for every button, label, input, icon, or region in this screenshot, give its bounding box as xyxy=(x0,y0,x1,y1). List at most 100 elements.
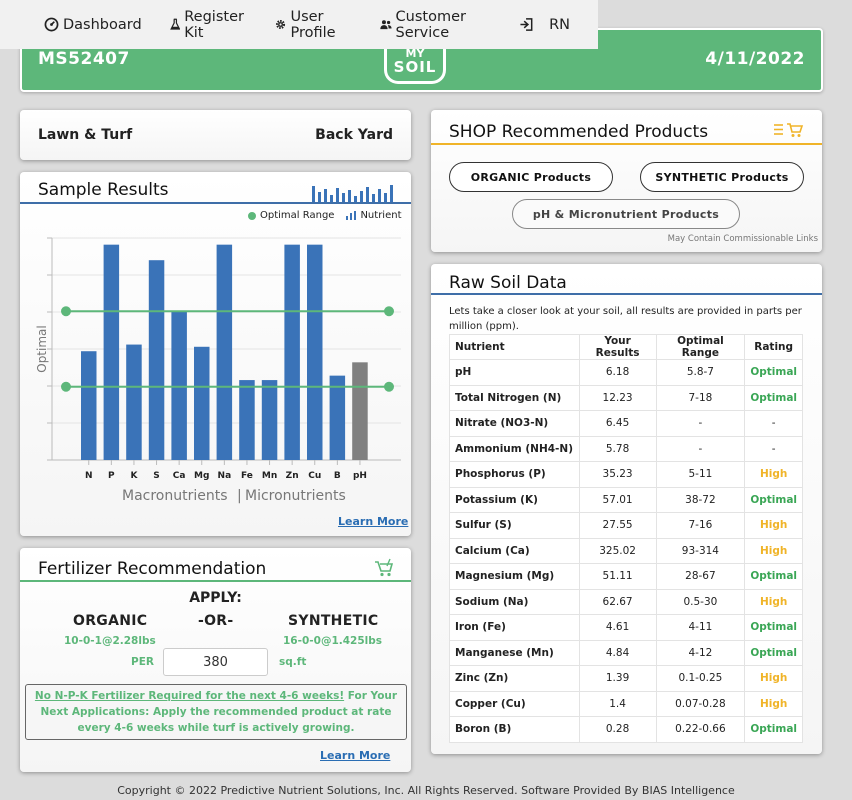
bar-ph xyxy=(352,362,368,460)
result-cell: 51.11 xyxy=(578,563,657,590)
rating-cell: Optimal xyxy=(744,486,803,513)
range-cell: 5-11 xyxy=(655,461,746,488)
raw-soil-intro: Lets take a closer look at your soil, al… xyxy=(449,306,802,332)
table-row: pH 6.18 5.8-7 Optimal xyxy=(449,359,803,386)
rating-cell: Optimal xyxy=(744,563,803,590)
synthetic-products-button[interactable]: SYNTHETIC Products xyxy=(640,162,804,192)
area-sqft-input[interactable] xyxy=(163,648,268,676)
result-cell: 5.78 xyxy=(578,435,657,462)
range-cell: 7-16 xyxy=(655,512,746,539)
ph-micronutrient-products-button[interactable]: pH & Micronutrient Products xyxy=(512,199,740,229)
range-cell: 4-11 xyxy=(655,614,746,641)
bar-ca xyxy=(171,311,187,460)
nutrient-cell: Magnesium (Mg) xyxy=(449,563,580,590)
nutrient-cell: Boron (B) xyxy=(449,716,580,743)
bar-mg xyxy=(194,346,210,460)
col-nutrient: Nutrient xyxy=(449,334,580,360)
table-header-row: Nutrient Your Results Optimal Range Rati… xyxy=(449,334,803,360)
table-row: Sodium (Na) 62.67 0.5-30 High xyxy=(449,588,803,615)
result-cell: 27.55 xyxy=(578,512,657,539)
top-nav: Dashboard Register Kit User Profile Cust… xyxy=(0,0,598,49)
x-tick-label-ph: pH xyxy=(353,471,367,481)
rating-cell: Optimal xyxy=(744,359,803,386)
nutrient-cell: Zinc (Zn) xyxy=(449,665,580,692)
nutrient-cell: Calcium (Ca) xyxy=(449,537,580,564)
range-cell: 0.22-0.66 xyxy=(655,716,746,743)
col-range: Optimal Range xyxy=(655,334,746,360)
nutrient-cell: Nitrate (NO3-N) xyxy=(449,410,580,437)
rating-cell: High xyxy=(744,690,803,717)
fertilizer-rule xyxy=(20,580,411,582)
table-row: Zinc (Zn) 1.39 0.1-0.25 High xyxy=(449,665,803,692)
y-axis-label: Optimal xyxy=(35,325,49,372)
table-row: Phosphorus (P) 35.23 5-11 High xyxy=(449,461,803,488)
sqft-label: sq.ft xyxy=(279,656,307,668)
result-cell: 4.61 xyxy=(578,614,657,641)
result-cell: 6.45 xyxy=(578,410,657,437)
nav-account-rn[interactable]: RN xyxy=(519,17,570,33)
dashboard-gauge-icon xyxy=(44,17,59,32)
table-row: Magnesium (Mg) 51.11 28-67 Optimal xyxy=(449,563,803,590)
fertilizer-title: Fertilizer Recommendation xyxy=(38,559,267,579)
result-cell: 4.84 xyxy=(578,639,657,666)
sign-out-icon xyxy=(520,18,533,31)
range-cell: - xyxy=(655,410,746,437)
macronutrients-label: Macronutrients xyxy=(122,488,228,504)
flask-icon xyxy=(169,18,181,30)
range-cell: 0.07-0.28 xyxy=(655,690,746,717)
rating-cell: Optimal xyxy=(744,639,803,666)
range-cell: 28-67 xyxy=(655,563,746,590)
synthetic-label: SYNTHETIC xyxy=(288,613,379,629)
no-npk-link[interactable]: No N-P-K Fertilizer Required for the nex… xyxy=(35,690,344,702)
sample-id: MS52407 xyxy=(38,49,130,69)
x-tick-label-s: S xyxy=(153,471,159,481)
table-row: Nitrate (NO3-N) 6.45- - xyxy=(449,410,803,437)
x-tick-label-mg: Mg xyxy=(194,471,209,481)
commission-disclaimer: May Contain Commissionable Links xyxy=(667,234,818,244)
users-icon xyxy=(379,20,392,30)
table-row: Potassium (K) 57.01 38-72 Optimal xyxy=(449,486,803,513)
range-cell: 0.5-30 xyxy=(655,588,746,615)
x-tick-label-n: N xyxy=(85,471,93,481)
nutrient-cell: Manganese (Mn) xyxy=(449,639,580,666)
bar-s xyxy=(148,260,165,460)
bar-na xyxy=(216,244,233,460)
sample-results-learn-more[interactable]: Learn More xyxy=(338,515,408,528)
result-cell: 12.23 xyxy=(578,384,657,411)
synthetic-rate: 16-0-0@1.425lbs xyxy=(283,635,383,647)
x-tick-label-p: P xyxy=(108,471,115,481)
result-cell: 1.4 xyxy=(578,690,657,717)
result-cell: 35.23 xyxy=(578,461,657,488)
result-cell: 1.39 xyxy=(578,665,657,692)
table-row: Ammonium (NH4-N) 5.78- - xyxy=(449,435,803,462)
nutrient-cell: Copper (Cu) xyxy=(449,690,580,717)
result-cell: 325.02 xyxy=(578,537,657,564)
shopping-cart-icon[interactable] xyxy=(374,558,394,578)
area-location: Back Yard xyxy=(315,127,393,143)
sample-results-chart: N P K S Ca Mg Na Fe Mn Zn Cu BpH Optimal xyxy=(35,237,401,481)
rating-cell: High xyxy=(744,461,803,488)
nav-dashboard[interactable]: Dashboard xyxy=(44,17,142,33)
per-label: PER xyxy=(131,656,154,668)
range-cell: 5.8-7 xyxy=(655,359,746,386)
optimal-marker xyxy=(384,381,394,392)
optimal-marker xyxy=(61,306,71,317)
nutrient-cell: Total Nitrogen (N) xyxy=(449,384,580,411)
result-cell: 0.28 xyxy=(578,716,657,743)
raw-soil-rule xyxy=(431,293,822,295)
nav-register-kit[interactable]: Register Kit xyxy=(169,9,248,41)
organic-products-button[interactable]: ORGANIC Products xyxy=(449,162,613,192)
bar-zn xyxy=(284,244,300,460)
range-cell: 93-314 xyxy=(655,537,746,564)
fertilizer-learn-more[interactable]: Learn More xyxy=(320,749,390,762)
nutrient-cell: Phosphorus (P) xyxy=(449,461,580,488)
nav-user-profile[interactable]: User Profile xyxy=(275,9,351,41)
x-tick-label-b: B xyxy=(334,471,341,481)
rating-cell: High xyxy=(744,588,803,615)
rating-cell: Optimal xyxy=(744,716,803,743)
list-cart-icon[interactable] xyxy=(773,122,805,138)
rating-cell: High xyxy=(744,512,803,539)
nav-customer-service[interactable]: Customer Service xyxy=(379,9,491,41)
nutrient-cell: Sodium (Na) xyxy=(449,588,580,615)
x-tick-label-k: K xyxy=(130,471,138,481)
